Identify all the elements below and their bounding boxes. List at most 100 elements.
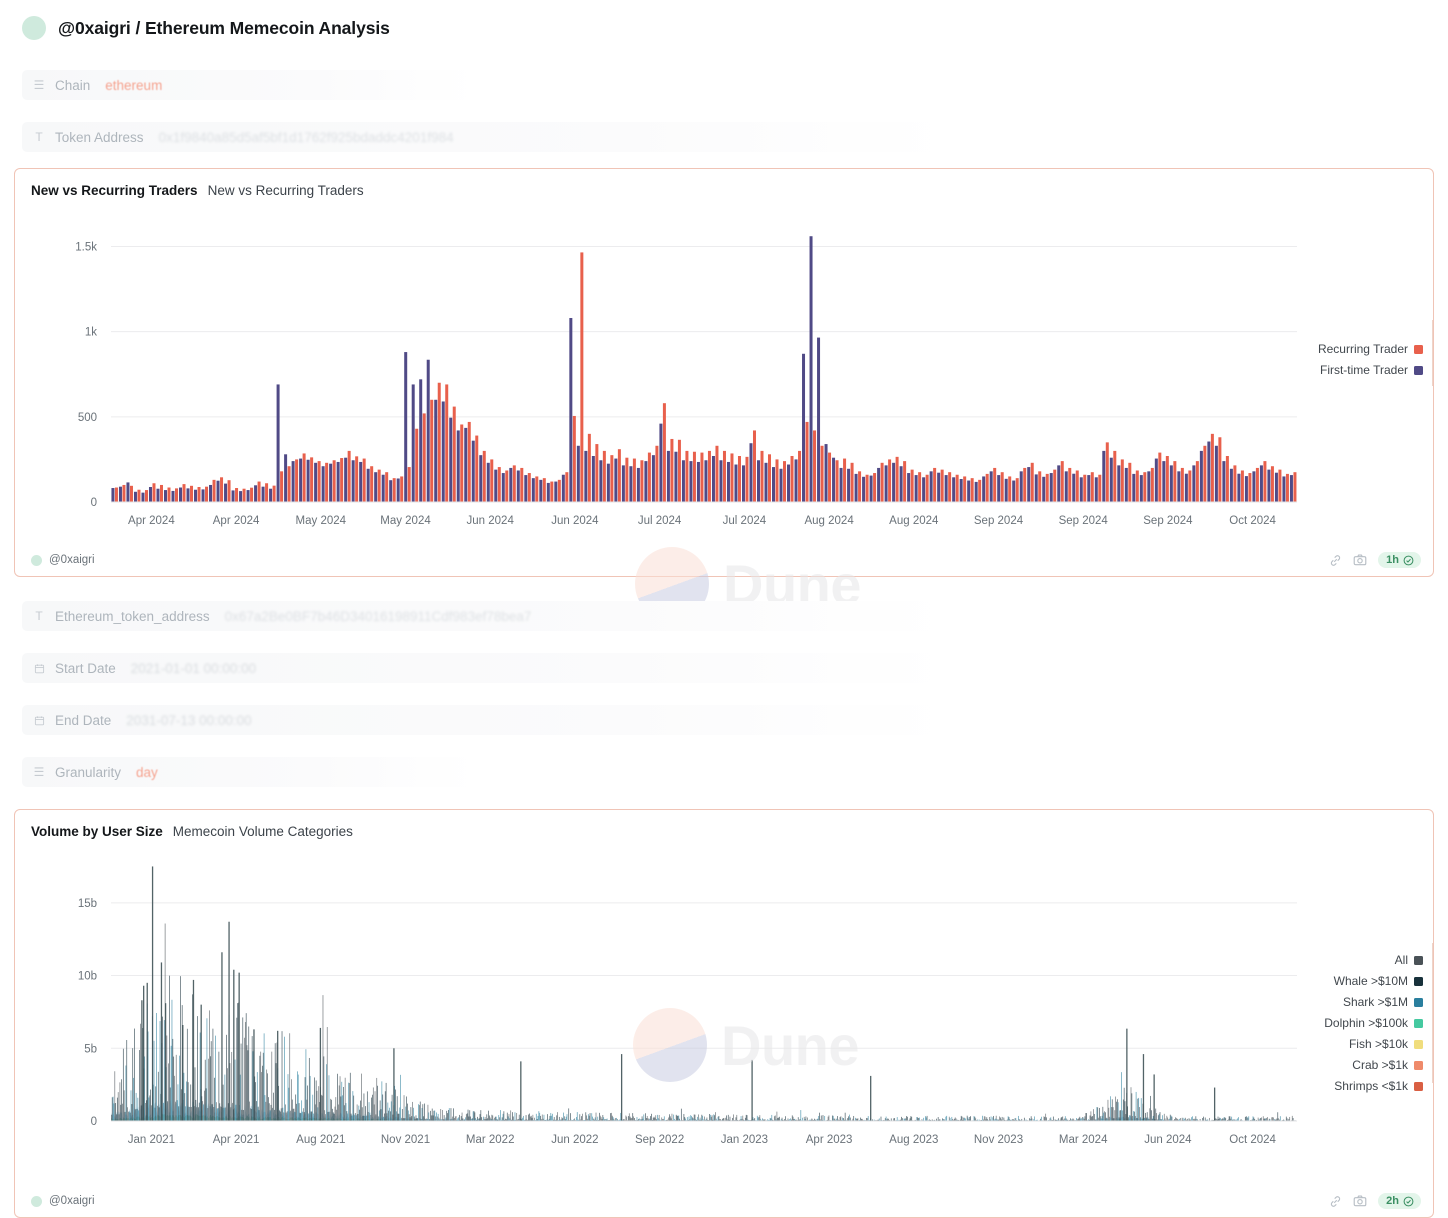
refresh-badge[interactable]: 1h [1378,552,1421,568]
legend-label: Recurring Trader [1317,342,1408,356]
legend-divider [1432,320,1433,386]
link-icon[interactable] [1329,1195,1342,1208]
avatar-icon [31,554,42,566]
list-icon: ☰ [33,78,45,92]
legend-label: Dolphin >$100k [1324,1016,1408,1030]
refresh-interval: 1h [1386,554,1399,566]
legend-item-shrimps-1k[interactable]: Shrimps <$1k [1324,1077,1423,1096]
legend-item-crab-1k[interactable]: Crab >$1k [1324,1056,1423,1075]
param-start-date-label: Start Date [55,660,116,676]
param-chain-value: ethereum [105,77,163,93]
legend-item-fish-10k[interactable]: Fish >$10k [1324,1035,1423,1054]
footer-username: @0xaigri [49,554,95,566]
svg-text:5b: 5b [84,1043,97,1055]
legend-swatch [1414,1061,1423,1070]
refresh-interval: 2h [1386,1195,1399,1207]
card-footer: @0xaigri [15,1189,1433,1217]
card-footer: @0xaigri [15,548,1433,576]
card-volume-by-user-size: Volume by User Size Memecoin Volume Cate… [14,809,1434,1218]
param-token-address[interactable]: T Token Address 0x1f9840a85d5af5bf1d1762… [22,122,952,152]
svg-text:Jan 2021: Jan 2021 [128,1134,175,1146]
svg-text:Apr 2024: Apr 2024 [128,515,175,527]
svg-text:Apr 2021: Apr 2021 [213,1134,260,1146]
card-new-vs-recurring-traders: New vs Recurring Traders New vs Recurrin… [14,168,1434,621]
legend-item-shark-1m[interactable]: Shark >$1M [1324,993,1423,1012]
svg-text:Jun 2022: Jun 2022 [551,1134,598,1146]
dashboard-page: @0xaigri / Ethereum Memecoin Analysis ☰ … [0,0,1448,1218]
text-icon: T [35,130,43,144]
svg-text:Aug 2023: Aug 2023 [889,1134,938,1146]
footer-user[interactable]: @0xaigri [31,1195,95,1207]
legend-label: Crab >$1k [1352,1058,1408,1072]
legend-item-all[interactable]: All [1324,951,1423,970]
footer-user[interactable]: @0xaigri [31,554,95,566]
svg-text:Aug 2021: Aug 2021 [296,1134,345,1146]
svg-text:Apr 2023: Apr 2023 [806,1134,853,1146]
param-chain[interactable]: ☰ Chain ethereum [22,70,477,100]
legend-label: Whale >$10M [1333,974,1408,988]
param-start-date[interactable]: Start Date 2021-01-01 00:00:00 [22,653,952,683]
param-granularity[interactable]: ☰ Granularity day [22,757,477,787]
param-end-date-value: 2031-07-13 00:00:00 [126,712,252,728]
legend-item-first-time-trader[interactable]: First-time Trader [1318,361,1423,380]
param-end-date[interactable]: End Date 2031-07-13 00:00:00 [22,705,952,735]
svg-text:Jan 2023: Jan 2023 [721,1134,768,1146]
legend-swatch [1414,977,1423,986]
refresh-badge[interactable]: 2h [1378,1193,1421,1209]
svg-text:Mar 2022: Mar 2022 [466,1134,515,1146]
footer-username: @0xaigri [49,1195,95,1207]
footer-tools: 2h [1329,1193,1421,1209]
svg-text:Jul 2024: Jul 2024 [723,515,767,527]
legend-item-recurring-trader[interactable]: Recurring Trader [1318,340,1423,359]
param-eth-token-label: Ethereum_token_address [55,608,210,624]
legend-divider [1432,943,1433,1083]
bar-chart-traders[interactable]: 0 500 1k 1.5k Apr 2024 Apr 2024 May 2024 May 20… [15,208,1431,548]
legend-item-whale-10m[interactable]: Whale >$10M [1324,972,1423,991]
legend-label: First-time Trader [1319,363,1408,377]
camera-icon[interactable] [1353,553,1367,567]
link-icon[interactable] [1329,554,1342,567]
svg-text:0: 0 [91,1116,97,1128]
param-granularity-label: Granularity [55,764,122,780]
area-chart-volume[interactable]: 0 5b 10b 15b Jan 2021 Apr 2021 Aug 2021 Nov 202… [15,849,1431,1189]
svg-text:Jun 2024: Jun 2024 [1144,1134,1192,1146]
svg-text:10b: 10b [78,971,97,983]
svg-text:May 2024: May 2024 [380,515,431,527]
check-circle-icon [1403,555,1414,565]
legend-label: Shrimps <$1k [1334,1079,1408,1093]
chart-plot-wrapper: Dune 0 5b 10b 15b Jan 2021 Apr 2021 Aug 2021 No… [15,843,1433,1189]
svg-text:Nov 2021: Nov 2021 [381,1134,430,1146]
param-chain-label: Chain [55,77,91,93]
legend-swatch [1414,1082,1423,1091]
param-token-address-value: 0x1f9840a85d5af5bf1d1762f925bdaddc4201f9… [158,129,454,145]
svg-text:Oct 2024: Oct 2024 [1229,515,1276,527]
legend-swatch [1414,1019,1423,1028]
page-title: @0xaigri / Ethereum Memecoin Analysis [58,17,390,38]
footer-tools: 1h [1329,552,1421,568]
legend-item-dolphin-100k[interactable]: Dolphin >$100k [1324,1014,1423,1033]
text-icon: T [35,609,43,623]
param-ethereum-token-address[interactable]: T Ethereum_token_address 0x67a2Be0BF7b46… [22,601,952,631]
chart-legend-traders: Recurring Trader First-time Trader [1318,340,1423,380]
svg-text:Mar 2024: Mar 2024 [1059,1134,1108,1146]
legend-swatch [1414,1040,1423,1049]
camera-icon[interactable] [1353,1194,1367,1208]
chart-legend-volume: All Whale >$10M Shark >$1M Dolphin >$100k Fi… [1324,951,1423,1096]
svg-text:Sep 2022: Sep 2022 [635,1134,684,1146]
card-title: Volume by User Size [31,824,163,839]
card-subtitle: New vs Recurring Traders [207,183,364,198]
dashboard-header: @0xaigri / Ethereum Memecoin Analysis [0,0,1448,52]
legend-swatch-recurring [1414,345,1423,354]
avatar [22,16,46,40]
check-circle-icon [1403,1196,1414,1206]
card-header: New vs Recurring Traders New vs Recurrin… [15,169,1433,202]
list-icon: ☰ [33,765,45,779]
svg-text:Sep 2024: Sep 2024 [974,515,1024,527]
svg-text:Jul 2024: Jul 2024 [638,515,682,527]
card-header: Volume by User Size Memecoin Volume Cate… [15,810,1433,843]
avatar-icon [31,1195,42,1207]
param-granularity-value: day [136,764,158,780]
legend-label: All [1394,953,1408,967]
svg-text:Jun 2024: Jun 2024 [551,515,599,527]
calendar-icon [32,715,46,726]
